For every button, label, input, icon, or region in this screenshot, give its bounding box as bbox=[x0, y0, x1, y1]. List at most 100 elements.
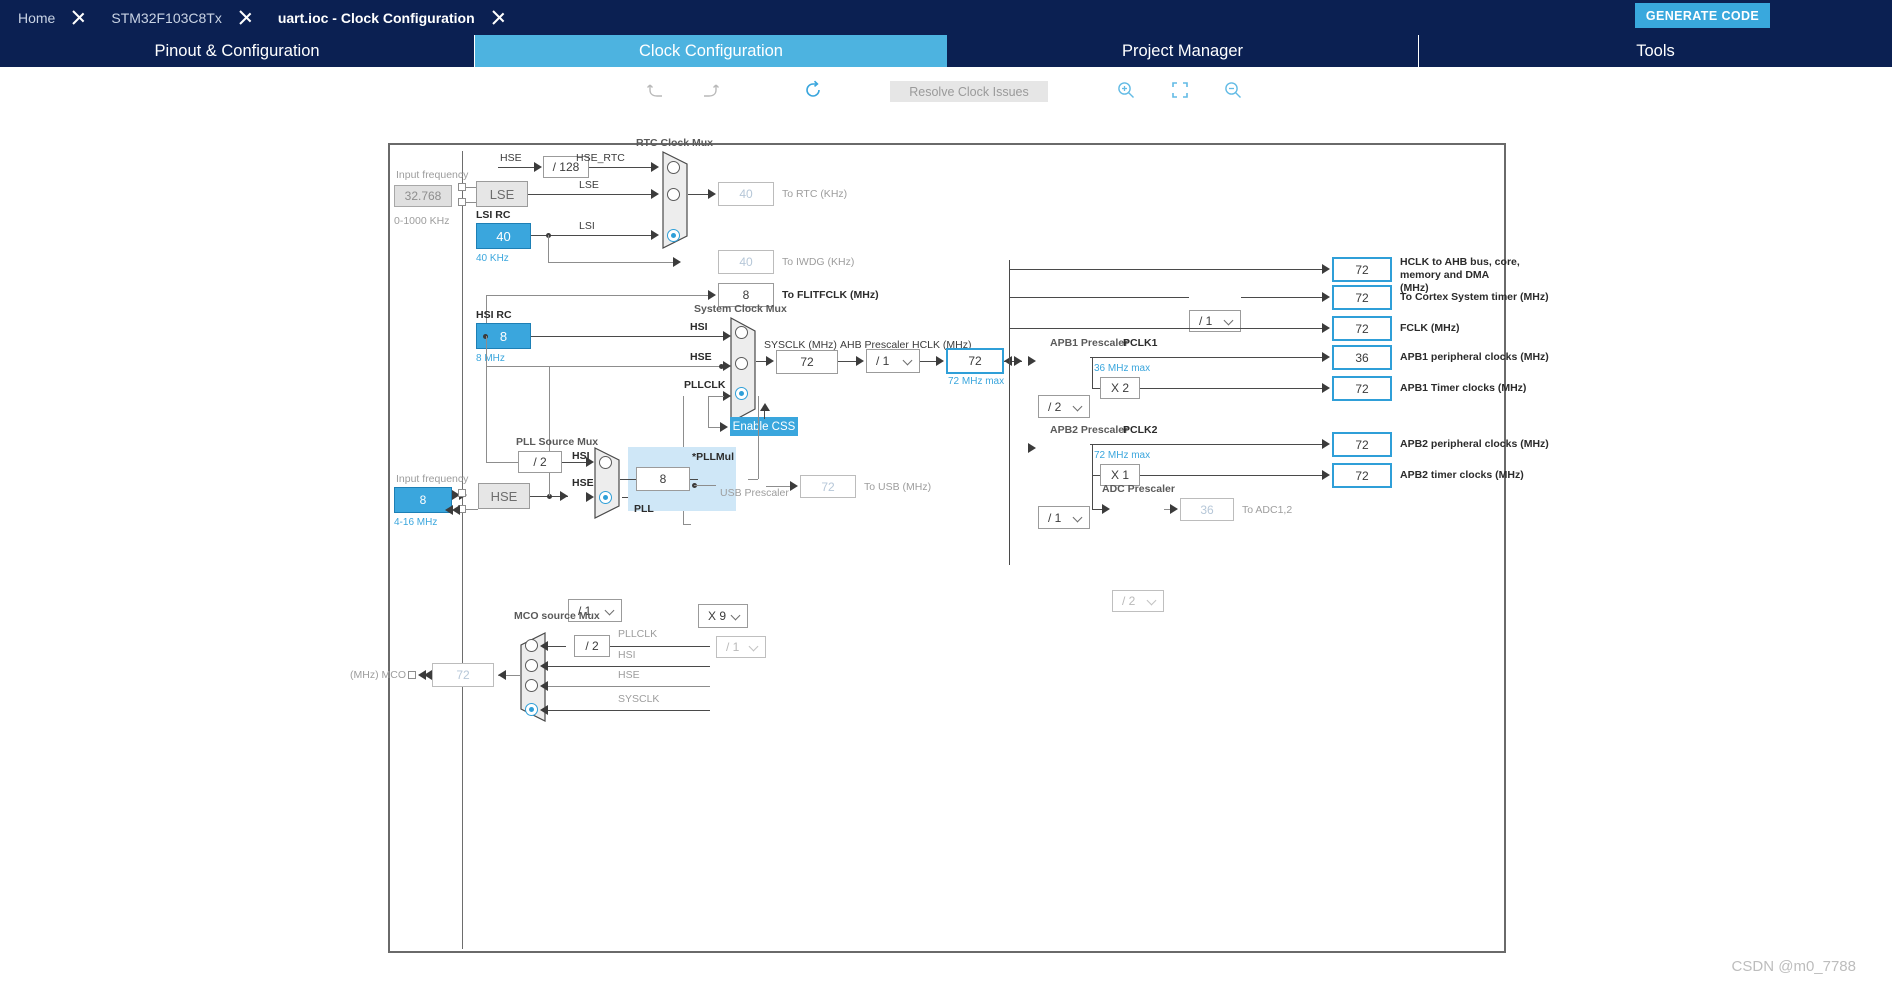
wire-arrow bbox=[1028, 356, 1036, 366]
to-iwdg-label: To IWDG (KHz) bbox=[782, 256, 855, 268]
pll-source-mux-radio-hsi[interactable] bbox=[599, 456, 612, 469]
wire bbox=[486, 462, 518, 463]
wire bbox=[920, 361, 936, 362]
wire-arrow bbox=[720, 422, 728, 432]
wire-arrow bbox=[651, 230, 659, 240]
sysclk-mux-input-hsi-label: HSI bbox=[690, 321, 708, 333]
redo-icon[interactable] bbox=[697, 77, 723, 103]
chevron-down-icon bbox=[1072, 512, 1083, 522]
wire bbox=[708, 396, 724, 397]
hse-range-label: 4-16 MHz bbox=[394, 517, 438, 528]
wire bbox=[531, 336, 723, 337]
mco-mux-radio-hsi[interactable] bbox=[525, 659, 538, 672]
zoom-in-icon[interactable] bbox=[1113, 77, 1139, 103]
wire bbox=[756, 361, 766, 362]
main-tab-bar: Pinout & Configuration Clock Configurati… bbox=[0, 35, 1892, 67]
wire bbox=[1140, 475, 1322, 476]
wire bbox=[694, 485, 716, 486]
pll-source-mux-title: PLL Source Mux bbox=[516, 436, 599, 448]
adc-value-box: 36 bbox=[1180, 498, 1234, 521]
wire-arrow bbox=[498, 670, 506, 680]
sysclk-mux-radio-hsi[interactable] bbox=[735, 326, 748, 339]
usb-label: To USB (MHz) bbox=[864, 481, 932, 493]
wire bbox=[1092, 475, 1093, 509]
wire-arrow bbox=[1322, 264, 1330, 274]
wire bbox=[466, 187, 476, 188]
pllmul-select[interactable]: X 9 bbox=[698, 604, 748, 628]
pll-source-mux-radio-hse[interactable] bbox=[599, 491, 612, 504]
wire bbox=[1092, 388, 1100, 389]
hse-pin-top bbox=[458, 489, 466, 497]
hse-osc-box[interactable]: HSE bbox=[478, 483, 530, 509]
wire bbox=[498, 167, 534, 168]
apb1-prescaler-select[interactable]: / 2 bbox=[1038, 395, 1090, 418]
breadcrumb-item-home[interactable]: Home bbox=[0, 0, 71, 35]
rtc-clock-mux-title: RTC Clock Mux bbox=[636, 137, 714, 149]
wire-arrow bbox=[1322, 439, 1330, 449]
usb-prescaler-select[interactable]: / 1 bbox=[716, 636, 766, 658]
cortex-systick-label: To Cortex System timer (MHz) bbox=[1400, 291, 1549, 303]
lsi-rc-value-box[interactable]: 40 bbox=[476, 223, 531, 249]
lse-input-frequency-field[interactable]: 32.768 bbox=[394, 185, 452, 207]
wire bbox=[528, 194, 651, 195]
rtc-mux-radio-lse[interactable] bbox=[667, 188, 680, 201]
wire bbox=[486, 295, 708, 296]
wire bbox=[466, 202, 476, 203]
sysclk-mux-radio-pllclk[interactable] bbox=[735, 387, 748, 400]
breadcrumb-chevron-icon bbox=[491, 0, 513, 35]
wire-arrow bbox=[651, 189, 659, 199]
wire-arrow bbox=[540, 681, 548, 691]
apb2-prescaler-select[interactable]: / 1 bbox=[1038, 506, 1090, 529]
wire bbox=[610, 646, 710, 647]
cortex-systick-prescaler-value: / 1 bbox=[1199, 314, 1213, 328]
sysclk-mux-radio-hse[interactable] bbox=[735, 357, 748, 370]
hse-input-frequency-field[interactable]: 8 bbox=[394, 487, 452, 513]
undo-icon[interactable] bbox=[643, 77, 669, 103]
wire-arrow bbox=[452, 505, 460, 515]
rtc-mux-input-lsi-label: LSI bbox=[579, 220, 595, 232]
tab-pinout-configuration[interactable]: Pinout & Configuration bbox=[0, 35, 475, 67]
pclk2-label: PCLK2 bbox=[1123, 424, 1158, 436]
breadcrumb-item-current[interactable]: uart.ioc - Clock Configuration bbox=[260, 0, 491, 35]
clock-toolbar: Resolve Clock Issues bbox=[0, 67, 1892, 112]
resolve-clock-issues-button[interactable]: Resolve Clock Issues bbox=[890, 81, 1048, 102]
tab-project-manager[interactable]: Project Manager bbox=[947, 35, 1419, 67]
wire bbox=[549, 366, 550, 496]
breadcrumb-item-device[interactable]: STM32F103C8Tx bbox=[93, 0, 237, 35]
lse-osc-box[interactable]: LSE bbox=[476, 181, 528, 207]
generate-code-button[interactable]: GENERATE CODE bbox=[1635, 3, 1770, 28]
reset-icon[interactable] bbox=[800, 77, 826, 103]
ahb-prescaler-select[interactable]: / 1 bbox=[866, 349, 920, 373]
mco-mux-radio-pllclk[interactable] bbox=[525, 639, 538, 652]
enable-css-button[interactable]: Enable CSS bbox=[730, 417, 798, 436]
hse-rtc-label: HSE_RTC bbox=[576, 152, 625, 164]
apb2-peripheral-value-box: 72 bbox=[1332, 432, 1392, 457]
zoom-fit-icon[interactable] bbox=[1167, 77, 1193, 103]
chip-boundary-line bbox=[462, 151, 463, 949]
sysclk-mux-input-pllclk-label: PLLCLK bbox=[684, 379, 726, 391]
zoom-out-icon[interactable] bbox=[1220, 77, 1246, 103]
wire-arrow bbox=[1028, 443, 1036, 453]
apb2-prescaler-title: APB2 Prescaler bbox=[1050, 424, 1129, 436]
wire bbox=[1092, 475, 1100, 476]
wire bbox=[1241, 297, 1322, 298]
apb1-prescaler-value: / 2 bbox=[1048, 399, 1062, 414]
mco-mux-radio-sysclk[interactable] bbox=[525, 703, 538, 716]
wire-arrow bbox=[1014, 356, 1022, 366]
wire bbox=[748, 479, 758, 480]
wire bbox=[690, 479, 698, 480]
wire-arrow bbox=[766, 356, 774, 366]
wire bbox=[548, 646, 566, 647]
adc-prescaler-value: / 2 bbox=[1122, 594, 1136, 608]
rtc-mux-radio-lsi[interactable] bbox=[667, 229, 680, 242]
breadcrumb-label: Home bbox=[18, 9, 56, 26]
tab-clock-configuration[interactable]: Clock Configuration bbox=[475, 35, 947, 67]
tab-tools[interactable]: Tools bbox=[1419, 35, 1892, 67]
wire bbox=[548, 235, 549, 262]
apb2-prescaler-value: / 1 bbox=[1048, 510, 1062, 525]
hse-input-frequency-label: Input frequency bbox=[396, 473, 469, 485]
rtc-mux-radio-hse-rtc[interactable] bbox=[667, 161, 680, 174]
adc-prescaler-select[interactable]: / 2 bbox=[1112, 590, 1164, 612]
mco-mux-radio-hse[interactable] bbox=[525, 679, 538, 692]
breadcrumb-chevron-icon bbox=[238, 0, 260, 35]
